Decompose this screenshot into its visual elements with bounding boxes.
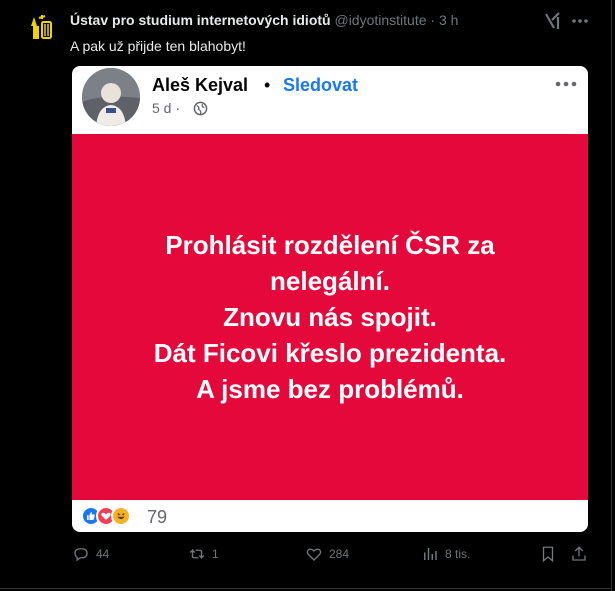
- embedded-image[interactable]: Aleš Kejval • Sledovat 5 d · Prohlásit r…: [72, 66, 588, 532]
- heart-icon: [306, 548, 322, 561]
- bookmark-icon: [542, 546, 554, 563]
- haha-reaction-icon: [111, 506, 131, 526]
- reaction-count: 79: [147, 507, 168, 527]
- bookmark-button[interactable]: [539, 545, 557, 563]
- time-separator: ·: [175, 100, 181, 116]
- repost-icon: [189, 548, 205, 560]
- grok-icon[interactable]: [543, 11, 563, 31]
- post-line: nelegální.: [270, 266, 390, 296]
- tweet-header: Ústav pro studium internetových idiotů @…: [70, 12, 458, 28]
- globe-icon: [193, 101, 208, 116]
- account-avatar-logo-icon[interactable]: [28, 13, 56, 43]
- reply-button[interactable]: 44: [72, 545, 109, 563]
- share-icon: [572, 546, 586, 561]
- timestamp[interactable]: 3 h: [439, 12, 458, 28]
- views-button[interactable]: 8 tis.: [421, 545, 470, 563]
- separator: ·: [430, 12, 436, 28]
- post-line: Znovu nás spojit.: [223, 302, 437, 332]
- like-count: 284: [329, 547, 350, 561]
- views-icon: [424, 548, 437, 560]
- post-text-box: Prohlásit rozdělení ČSR za nelegální. Zn…: [72, 134, 588, 500]
- tweet-action-bar: 44 1 284 8 tis.: [0, 545, 612, 569]
- post-time-value: 5 d: [152, 100, 172, 116]
- reply-count: 44: [96, 547, 110, 561]
- share-button[interactable]: [570, 545, 588, 563]
- divider: [0, 588, 612, 589]
- more-options-icon[interactable]: [570, 14, 590, 28]
- reply-icon: [74, 548, 88, 562]
- divider: [611, 0, 612, 591]
- author-name: Aleš Kejval: [152, 75, 249, 95]
- post-line: Dát Ficovi křeslo prezidenta.: [153, 338, 507, 368]
- post-time: 5 d ·: [152, 100, 180, 116]
- like-button[interactable]: 284: [305, 545, 349, 563]
- view-count: 8 tis.: [445, 547, 471, 561]
- post-line: A jsme bez problémů.: [196, 374, 464, 404]
- post-more-icon: [555, 81, 577, 87]
- follow-button: Sledovat: [283, 75, 359, 95]
- tweet-text: A pak už přijde ten blahobyt!: [70, 38, 246, 54]
- post-line: Prohlásit rozdělení ČSR za: [165, 230, 495, 260]
- author-avatar: [82, 68, 140, 126]
- display-name[interactable]: Ústav pro studium internetových idiotů: [70, 12, 331, 28]
- handle[interactable]: @idyotinstitute: [334, 12, 426, 28]
- repost-count: 1: [212, 547, 219, 561]
- separator-dot: •: [264, 75, 271, 95]
- repost-button[interactable]: 1: [188, 545, 219, 563]
